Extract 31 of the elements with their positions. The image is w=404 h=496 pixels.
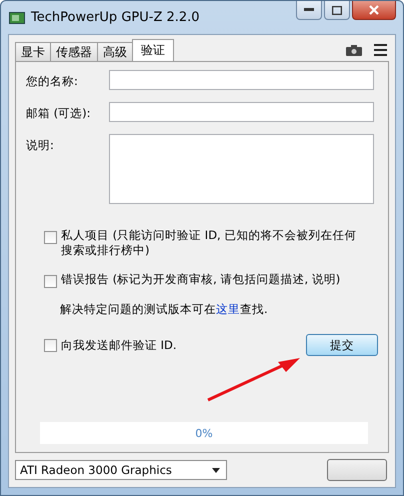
menu-icon[interactable] [374, 44, 387, 56]
maximize-button[interactable] [324, 1, 350, 20]
field-label: 邮箱 (可选): [26, 105, 92, 121]
checkbox[interactable] [44, 338, 57, 352]
here-link[interactable]: 这里 [216, 302, 240, 316]
tab[interactable]: 传感器 [50, 42, 98, 61]
checkbox[interactable] [44, 231, 57, 244]
minimize-button[interactable] [296, 1, 322, 20]
tab[interactable]: 高级 [97, 42, 133, 61]
graphics-card-icon [9, 10, 25, 24]
close-icon [369, 5, 379, 15]
checkbox[interactable] [44, 275, 57, 288]
progress-reading: 0% [195, 426, 213, 440]
maximize-icon [332, 6, 342, 14]
input-field[interactable] [109, 102, 374, 122]
field-label: 说明: [26, 137, 55, 153]
checkbox-label: 错误报告 (标记为开发商审核, 请包括问题描述, 说明) [61, 272, 342, 287]
checkbox-label: 私人项目 (只能访问时验证 ID, 已知的将不会被列在任何搜索或排行榜中) [61, 228, 358, 258]
minimize-icon [304, 8, 314, 12]
window-title: TechPowerUp GPU-Z 2.2.0 [31, 10, 200, 25]
submit-button[interactable]: 提交 [306, 334, 378, 356]
tab[interactable]: 显卡 [15, 42, 51, 61]
field-label: 您的名称: [26, 73, 79, 89]
input-field[interactable] [109, 70, 374, 90]
device-dropdown[interactable]: ATI Radeon 3000 Graphics [15, 460, 227, 480]
camera-icon[interactable] [346, 45, 362, 56]
tab[interactable]: 验证 [132, 39, 174, 61]
checkbox-label: 向我发送邮件验证 ID. [61, 338, 177, 352]
description-field[interactable] [109, 134, 374, 204]
caret-icon [212, 468, 220, 472]
note-text: 解决特定问题的测试版本可在这里查找. [60, 302, 269, 317]
